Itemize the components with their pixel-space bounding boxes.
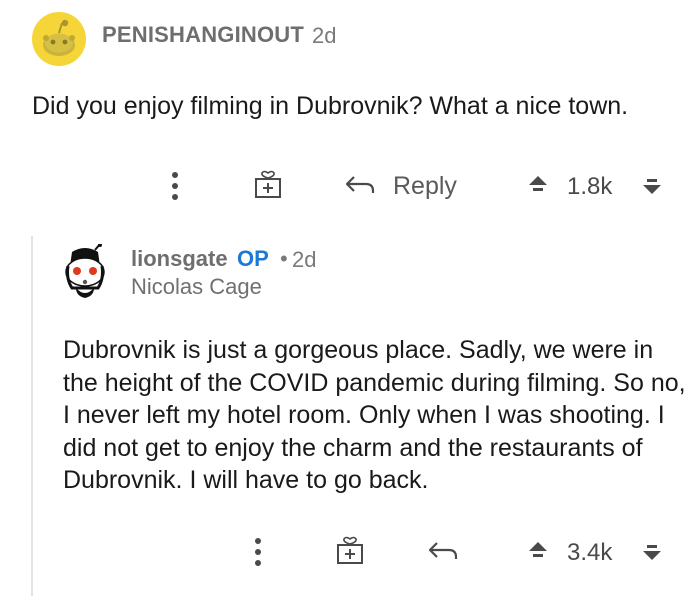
gift-icon[interactable] — [335, 536, 365, 566]
upvote-icon[interactable] — [527, 540, 549, 562]
downvote-icon[interactable] — [641, 540, 663, 562]
reply-button[interactable]: Reply — [393, 172, 457, 201]
reply-icon[interactable] — [344, 173, 376, 197]
separator: • — [280, 246, 288, 271]
vote-score: 3.4k — [567, 539, 613, 566]
comment-actions: Reply 1.8k — [0, 166, 700, 206]
avatar[interactable] — [32, 12, 86, 66]
timestamp: 2d — [292, 247, 317, 272]
vote-score: 1.8k — [567, 173, 613, 200]
user-flair: Nicolas Cage — [131, 274, 262, 299]
downvote-icon[interactable] — [641, 174, 663, 196]
op-badge: OP — [237, 246, 269, 271]
author-name[interactable]: lionsgate — [131, 246, 228, 272]
author-name[interactable]: PENISHANGINOUT — [102, 22, 304, 48]
reply-icon[interactable] — [427, 539, 459, 563]
avatar[interactable] — [62, 244, 108, 300]
comment-actions: 3.4k — [0, 532, 700, 572]
more-icon[interactable] — [255, 538, 261, 566]
timestamp: 2d — [312, 23, 337, 48]
more-icon[interactable] — [172, 172, 178, 200]
comment-body: Dubrovnik is just a gorgeous place. Sadl… — [63, 336, 686, 494]
gift-icon[interactable] — [253, 170, 283, 200]
comment-body: Did you enjoy filming in Dubrovnik? What… — [32, 92, 629, 120]
upvote-icon[interactable] — [527, 174, 549, 196]
parent-comment: PENISHANGINOUT 2d Did you enjoy filming … — [0, 0, 700, 230]
